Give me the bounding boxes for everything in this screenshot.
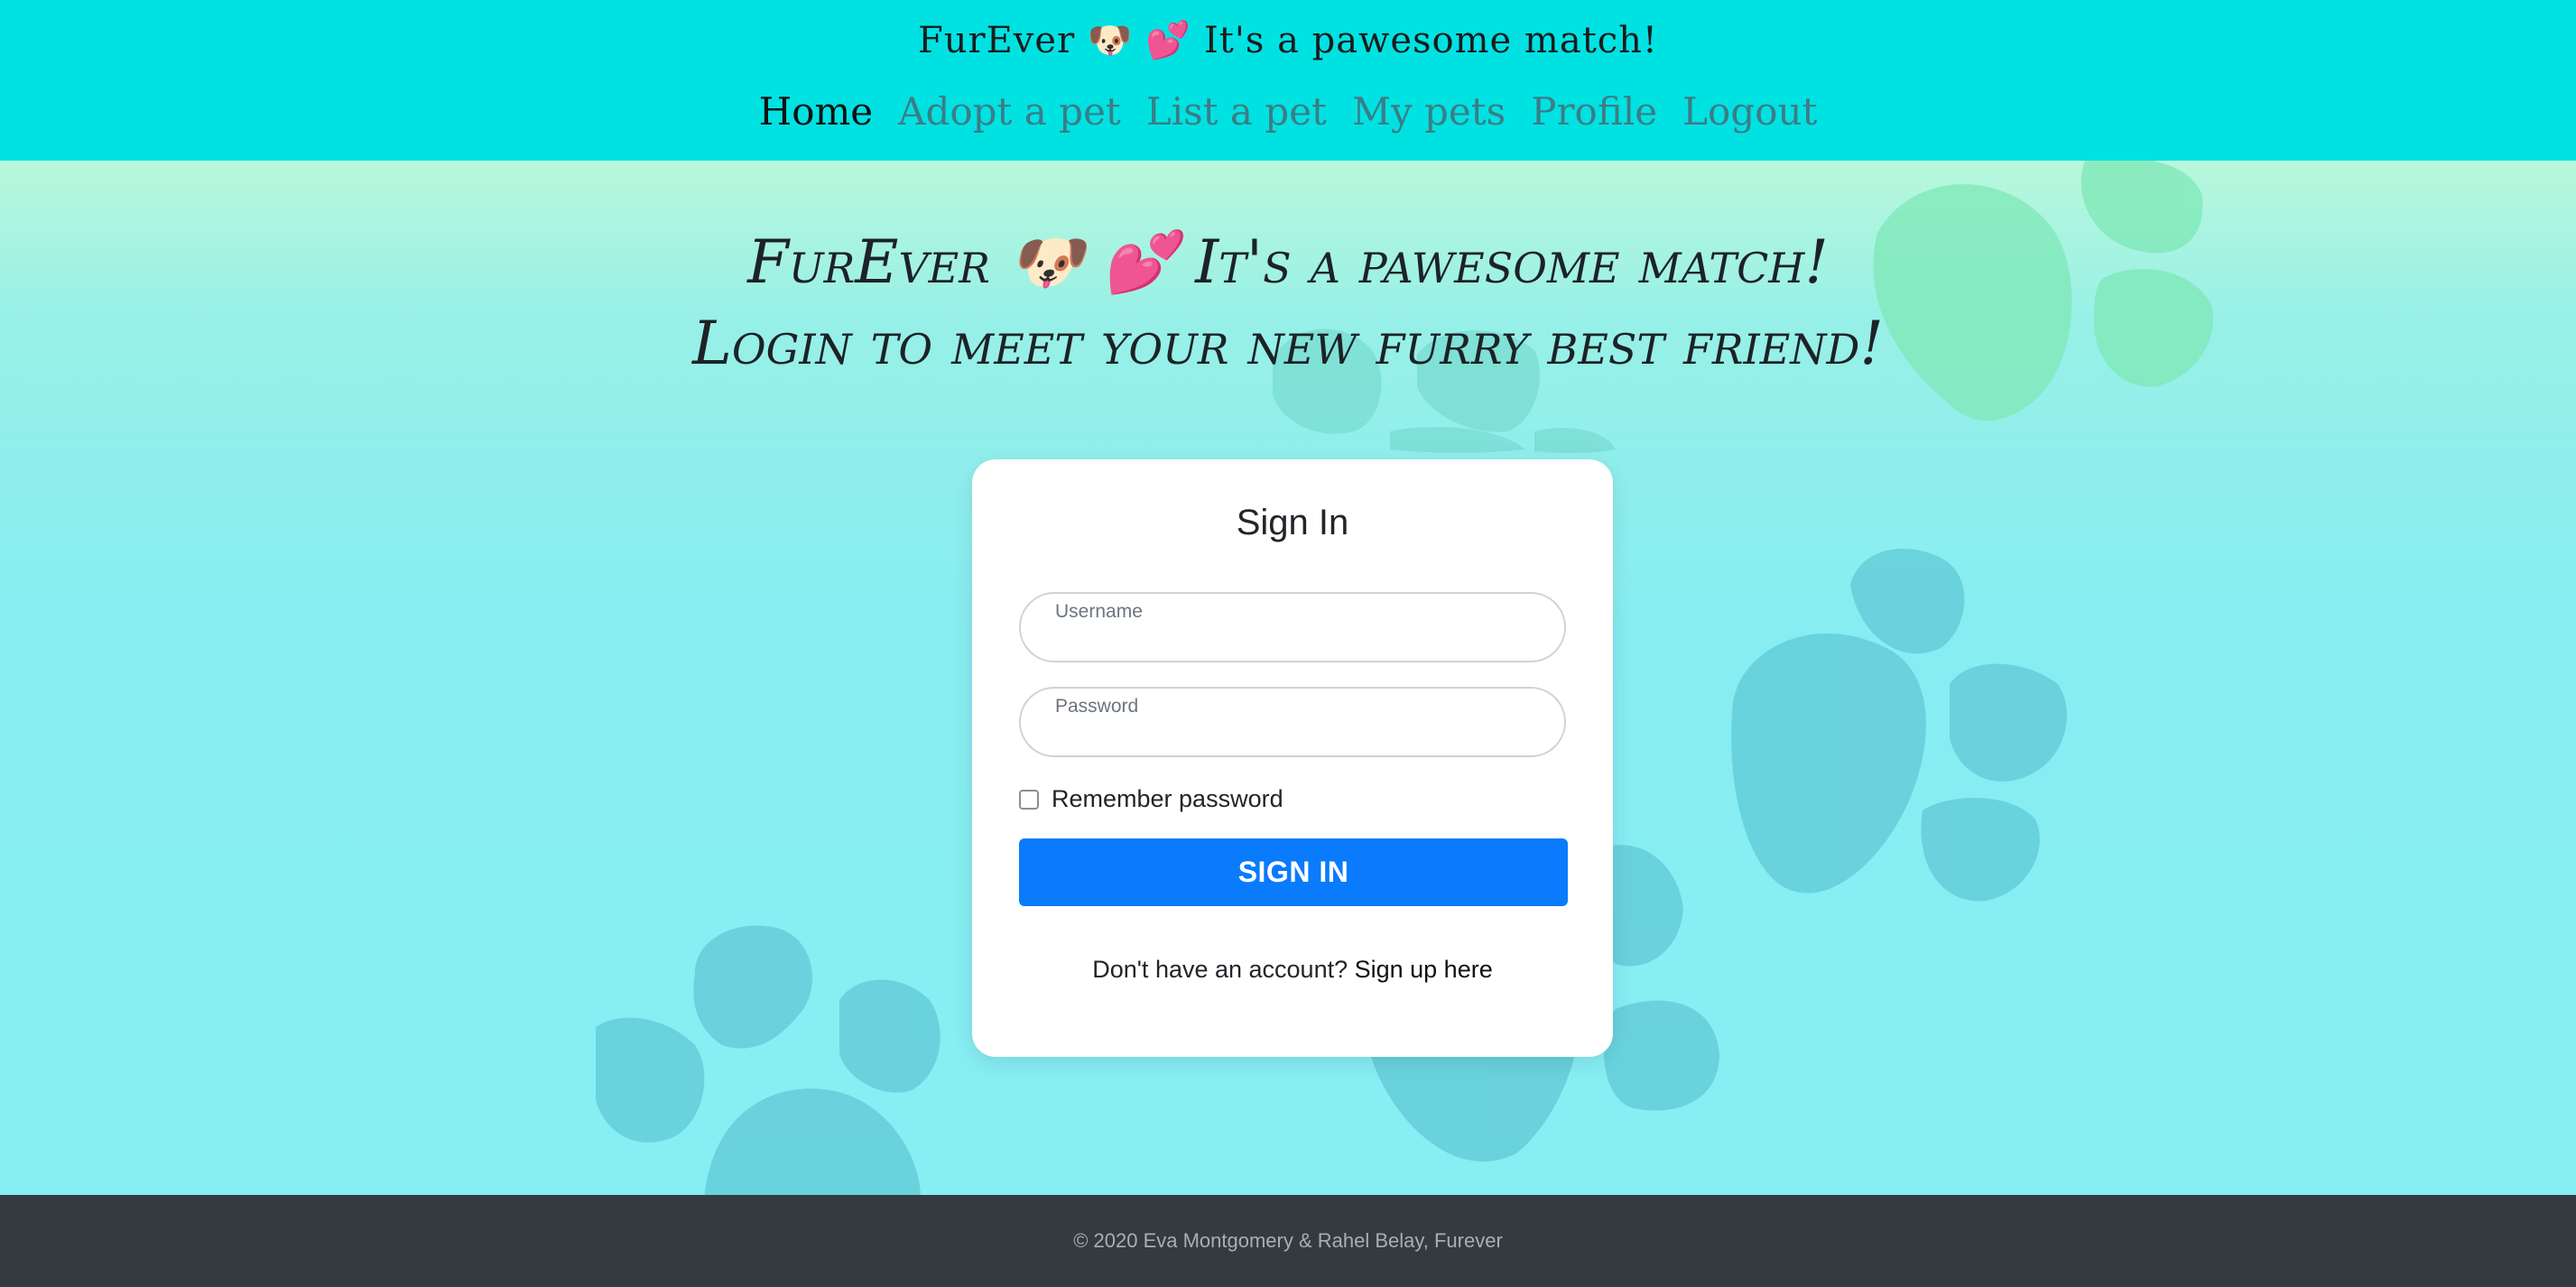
nav-adopt-a-pet[interactable]: Adopt a pet [898,85,1121,139]
signin-card: Sign In Username Password Remember passw… [972,459,1613,1057]
username-input[interactable] [1053,626,1526,655]
hero-heading-line2: Login to meet your new furry best friend… [692,309,1884,378]
nav-logout[interactable]: Logout [1682,85,1817,139]
site-header: FurEver 🐶 💕 It's a pawesome match! Home … [0,0,2576,161]
password-label: Password [1055,696,1139,717]
username-label: Username [1055,601,1143,622]
hero-heading-line1: FurEver 🐶 💕 It's a pawesome match! [747,227,1829,297]
password-input[interactable] [1053,721,1526,750]
signup-prompt: Don't have an account? Sign up here [972,956,1613,984]
main-nav: Home Adopt a pet List a pet My pets Prof… [0,85,2576,139]
paw-print-icon [1731,549,2067,902]
nav-profile[interactable]: Profile [1531,85,1657,139]
brand-title: FurEver 🐶 💕 It's a pawesome match! [917,20,1659,61]
remember-password-label: Remember password [1052,785,1283,812]
signup-prompt-text: Don't have an account? [1092,956,1355,983]
signup-link[interactable]: Sign up here [1355,956,1493,983]
signin-button[interactable]: SIGN IN [1019,838,1568,906]
nav-home[interactable]: Home [759,85,874,139]
signin-title: Sign In [1236,503,1349,542]
paw-print-icon [596,925,941,1195]
remember-password[interactable]: Remember password [1019,785,1283,813]
password-field[interactable]: Password [1019,687,1566,757]
nav-list-a-pet[interactable]: List a pet [1146,85,1327,139]
remember-password-checkbox[interactable] [1019,789,1039,810]
footer-copyright: © 2020 Eva Montgomery & Rahel Belay, Fur… [1073,1229,1503,1252]
hero-heading: FurEver 🐶 💕 It's a pawesome match! Login… [0,222,2576,384]
site-footer: © 2020 Eva Montgomery & Rahel Belay, Fur… [0,1195,2576,1287]
nav-my-pets[interactable]: My pets [1352,85,1506,139]
username-field[interactable]: Username [1019,592,1566,662]
